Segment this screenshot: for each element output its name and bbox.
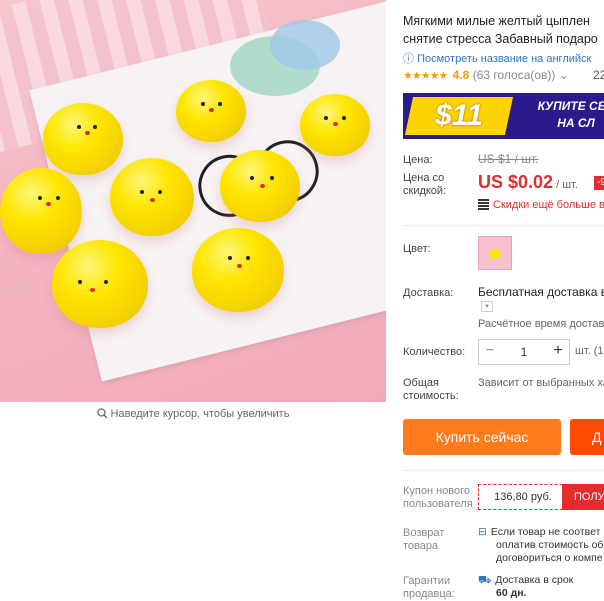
promo-text-line: НА СЛ — [557, 116, 595, 130]
discount-badge: -9 — [594, 176, 604, 190]
translate-link-text: Посмотреть название на английск — [417, 53, 592, 65]
promo-banner[interactable]: $11 КУПИТЕ СЕЙ НА СЛ — [403, 93, 604, 139]
seller-guarantee-label: Гарантии продавца: — [403, 575, 455, 601]
divider — [403, 470, 604, 471]
chick-toy — [300, 94, 370, 156]
buy-now-button[interactable]: Купить сейчас — [403, 419, 561, 455]
label-line: Цена со — [403, 172, 445, 184]
delivery-truck-icon: ⛟ — [478, 574, 492, 586]
label-line: Гарантии — [403, 575, 451, 587]
product-main-image[interactable] — [0, 0, 386, 402]
translate-title-link[interactable]: ⓘ Посмотреть название на английск — [403, 50, 591, 66]
chick-toy — [176, 80, 246, 142]
app-discount-text: Скидки ещё больше в — [493, 199, 604, 211]
returns-text: оплатив стоимость об — [496, 539, 604, 551]
returns-text: Если товар не соответ — [490, 526, 601, 538]
label-line: Общая — [403, 377, 439, 389]
quantity-decrease-button[interactable]: − — [479, 340, 501, 364]
chick-toy — [192, 228, 284, 312]
shipping-label: Доставка: — [403, 287, 454, 299]
info-icon: ⓘ — [403, 53, 418, 65]
reviews-link[interactable]: (63 голоса(ов)) — [473, 68, 556, 82]
original-price: US $1 / шт. — [478, 152, 539, 166]
magnifier-icon — [96, 408, 107, 419]
quantity-stepper: − 1 + — [478, 339, 570, 365]
returns-info: ⊟ Если товар не соответ оплатив стоимость… — [478, 526, 603, 565]
label-line: стоимость: — [403, 390, 459, 402]
total-label: Общая стоимость: — [403, 377, 459, 403]
label-line: продавца: — [403, 588, 455, 600]
guarantee-text: Доставка в срок — [495, 574, 574, 586]
price-unit: / шт. — [553, 179, 578, 191]
price-label: Цена: — [403, 154, 433, 166]
coupon-value: 136,80 руб. — [478, 484, 568, 510]
add-to-cart-button[interactable]: Д — [570, 419, 604, 455]
label-line: Купон нового — [403, 485, 471, 497]
promo-amount-badge: $11 — [404, 97, 514, 135]
product-title-line: Мягкими милые желтый цыплен — [403, 14, 590, 28]
quantity-label: Количество: — [403, 346, 466, 358]
zoom-hint: Наведите курсор, чтобы увеличить — [0, 402, 386, 426]
chick-toy — [43, 103, 123, 175]
label-line: Возврат — [403, 527, 445, 539]
quantity-available: шт. (1 — [575, 345, 604, 357]
label-line: товара — [403, 540, 439, 552]
zoom-hint-text: Наведите курсор, чтобы увеличить — [110, 408, 290, 420]
label-line: скидкой: — [403, 185, 447, 197]
quantity-input[interactable]: 1 — [501, 340, 547, 364]
chick-thumbnail — [489, 249, 501, 259]
promo-text: КУПИТЕ СЕЙ НА СЛ — [521, 98, 604, 132]
get-coupon-button[interactable]: ПОЛУ — [562, 484, 604, 510]
guarantee-info: ⛟ Доставка в срок 60 дн. — [478, 574, 573, 600]
quantity-increase-button[interactable]: + — [547, 340, 569, 364]
product-info-panel: Мягкими милые желтый цыплен снятие стрес… — [403, 0, 604, 601]
new-user-coupon-label: Купон нового пользователя — [403, 485, 473, 511]
color-option-swatch[interactable] — [478, 236, 512, 270]
discount-price-label: Цена со скидкой: — [403, 172, 446, 198]
shipping-method[interactable]: Бесплатная доставка в — [478, 285, 604, 299]
product-title: Мягкими милые желтый цыплен снятие стрес… — [403, 12, 604, 48]
app-discount-link[interactable]: Скидки ещё больше в — [478, 199, 604, 211]
promo-amount: $11 — [435, 99, 483, 132]
chick-toy — [52, 240, 148, 328]
qr-code-icon — [478, 199, 489, 210]
rating-value: 4.8 — [452, 68, 470, 82]
return-policy-icon: ⊟ — [478, 526, 487, 538]
chick-toy — [110, 158, 194, 236]
chick-toy — [0, 168, 82, 254]
chevron-down-icon[interactable]: ⌄ — [559, 68, 569, 82]
returns-label: Возврат товара — [403, 527, 444, 553]
chevron-down-icon[interactable]: ▾ — [481, 301, 493, 312]
total-value: Зависит от выбранных ха — [478, 377, 604, 389]
divider — [403, 225, 604, 226]
discount-price-value: US $0.02 — [478, 172, 554, 192]
orders-count: 22 — [593, 68, 604, 82]
decor-blob — [270, 20, 340, 70]
color-label: Цвет: — [403, 243, 431, 255]
returns-text: договориться о компе — [496, 552, 603, 564]
label-line: пользователя — [403, 498, 473, 510]
guarantee-days: 60 дн. — [496, 587, 527, 599]
estimated-delivery: Расчётное время доставк — [478, 318, 604, 330]
star-rating-icon: ★★★★★ — [403, 70, 448, 82]
promo-text-line: КУПИТЕ СЕЙ — [537, 99, 604, 113]
product-title-line: снятие стресса Забавный подаро — [403, 32, 598, 46]
chick-toy — [220, 150, 300, 222]
discount-price: US $0.02 / шт. — [478, 172, 578, 193]
rating-row: ★★★★★ 4.8 (63 голоса(ов)) ⌄ 22 — [403, 68, 604, 82]
